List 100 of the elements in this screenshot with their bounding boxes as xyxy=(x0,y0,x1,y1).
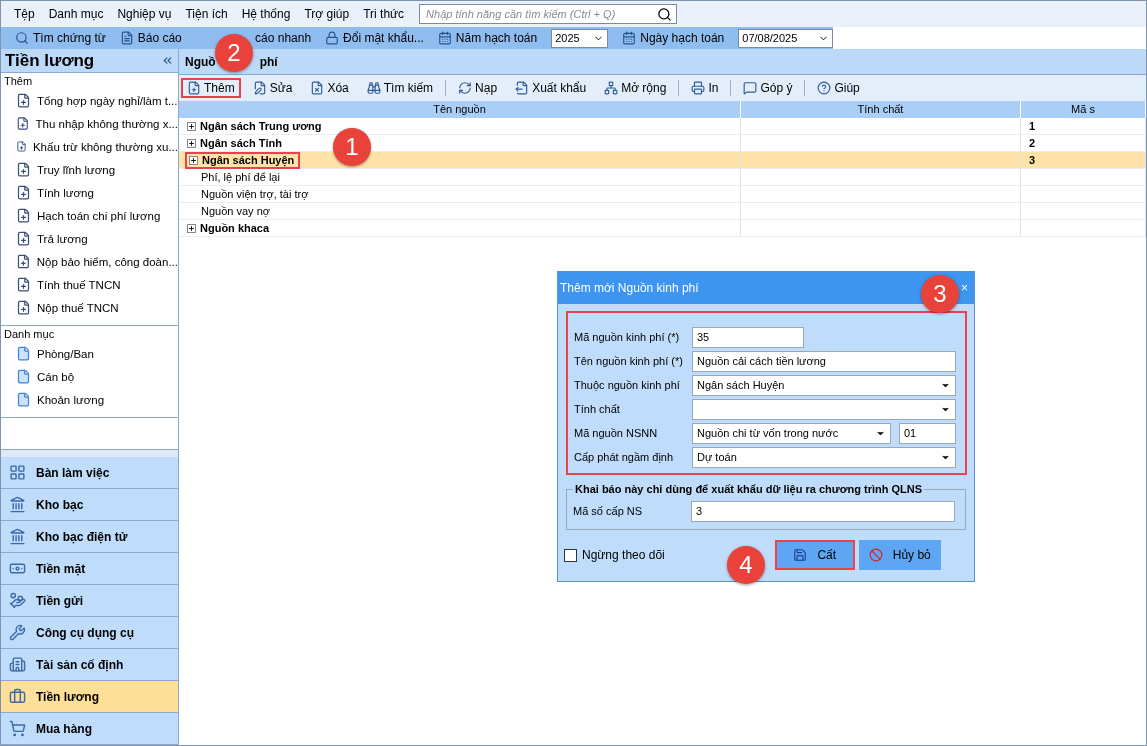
sidebar-link[interactable]: Nộp bảo hiểm, công đoàn... xyxy=(1,250,178,273)
field-label: Mã nguồn kinh phí (*) xyxy=(574,331,681,343)
toolbar-button[interactable]: Góp ý xyxy=(737,78,799,98)
expand-icon[interactable] xyxy=(187,223,196,233)
dropdown-field[interactable]: Nguồn chi từ vốn trong nước xyxy=(692,422,891,444)
document-icon xyxy=(16,369,31,384)
nav-item[interactable]: Mua hàng xyxy=(1,713,178,745)
nav-item[interactable]: Tiền lương xyxy=(1,681,178,713)
delete-file-icon xyxy=(310,81,325,95)
toolbar-label: Năm hạch toán xyxy=(437,31,538,45)
sidebar-link[interactable]: Hạch toán chi phí lương xyxy=(1,204,178,227)
menu-item[interactable]: Nghiệp vụ xyxy=(110,7,179,21)
table-row-background[interactable]: Nguồn viện trợ, tài trợ xyxy=(179,186,741,203)
sidebar-link[interactable]: Khấu trừ không thường xu... xyxy=(1,135,178,158)
toolbar-button[interactable]: cáo nhanh xyxy=(255,31,312,45)
menu-item[interactable]: Hệ thống xyxy=(234,7,298,21)
expand-icon[interactable] xyxy=(187,138,196,148)
dropdown-field[interactable] xyxy=(692,398,956,420)
sidebar-link[interactable]: Tính thuế TNCN xyxy=(1,273,178,296)
new-file-icon xyxy=(16,139,27,154)
input-field[interactable]: 35 xyxy=(692,326,804,348)
dropdown-field[interactable]: Dự toán xyxy=(692,446,956,468)
new-file-icon xyxy=(16,162,31,177)
sidebar-link[interactable]: Tổng hợp ngày nghỉ/làm t... xyxy=(1,89,178,112)
field-label: Cấp phát ngầm định xyxy=(574,451,675,463)
lock-icon xyxy=(325,31,340,45)
checkbox-label: Ngừng theo dõi xyxy=(582,548,665,562)
input-field[interactable]: 3 xyxy=(691,500,955,522)
field-label: Tính chất xyxy=(574,403,621,415)
toolbar-button[interactable]: Đổi mật khẩu... xyxy=(325,31,424,45)
column-header[interactable]: Tên nguồn xyxy=(179,101,741,118)
code-field[interactable]: 01 xyxy=(899,422,956,444)
section-heading: Thêm xyxy=(3,74,34,89)
table-cell: Ngân sách Tỉnh xyxy=(200,137,282,149)
table-cell: Nguồn vay nợ xyxy=(201,205,270,217)
table-row-background[interactable]: Phí, lệ phí để lại xyxy=(179,169,741,186)
table-cell: Ngân sách Huyện xyxy=(202,154,295,166)
table-row-background[interactable]: Nguồn vay nợ xyxy=(179,203,741,220)
menu-item[interactable]: Trợ giúp xyxy=(297,7,357,21)
expand-icon[interactable] xyxy=(187,121,196,131)
toolbar-button[interactable]: Nạp xyxy=(452,78,504,98)
sidebar-link[interactable]: Nộp thuế TNCN xyxy=(1,296,178,319)
toolbar-button[interactable]: Tìm kiếm xyxy=(360,78,440,98)
table-cell: Nguồn viện trợ, tài trợ xyxy=(201,188,309,200)
toolbar-button[interactable]: Báo cáo xyxy=(119,31,182,45)
table-row-background[interactable]: Ngân sách Trung ương xyxy=(179,118,741,135)
menu-item[interactable]: Tệp xyxy=(7,7,42,21)
sidebar-link[interactable]: Phòng/Ban xyxy=(1,342,178,365)
menu-item[interactable]: Tri thức xyxy=(356,7,412,21)
menu-item[interactable]: Danh mục xyxy=(41,7,111,21)
sidebar-link[interactable]: Thu nhập không thường x... xyxy=(1,112,178,135)
sidebar-link[interactable]: Tính lương xyxy=(1,181,178,204)
new-file-icon xyxy=(16,185,31,200)
toolbar-button[interactable]: Mở rộng xyxy=(598,78,673,98)
printer-icon xyxy=(691,81,706,95)
column-header[interactable]: Mã s xyxy=(1021,101,1146,118)
new-file-icon xyxy=(16,93,31,108)
field-label: Tên nguồn kinh phí (*) xyxy=(574,355,684,367)
search-field[interactable]: Nhập tính năng cần tìm kiếm (Ctrl + Q) xyxy=(419,4,678,24)
dropdown-field[interactable]: Ngân sách Huyện xyxy=(692,374,956,396)
dropdown-field[interactable]: 07/08/2025 xyxy=(738,28,833,48)
table-row-background[interactable]: Nguồn khaca xyxy=(179,220,741,237)
toolbar-button[interactable]: Giúp xyxy=(811,78,866,98)
toolbar-button[interactable]: In xyxy=(685,78,725,98)
nav-item[interactable]: Công cụ dụng cụ xyxy=(1,617,178,649)
save-button[interactable]: Cất xyxy=(774,540,855,570)
nav-item[interactable]: Bàn làm việc xyxy=(1,457,178,489)
checkbox[interactable] xyxy=(564,548,577,562)
menu-item[interactable]: Tiện ích xyxy=(178,7,235,21)
toolbar-button[interactable]: Tìm chứng từ xyxy=(15,31,106,45)
nav-item[interactable]: Kho bạc xyxy=(1,489,178,521)
sidebar-link[interactable]: Truy lĩnh lương xyxy=(1,158,178,181)
nav-item[interactable]: Tài sản cố định xyxy=(1,649,178,681)
table-cell: Phí, lệ phí để lại xyxy=(201,171,280,183)
input-field[interactable]: Nguồn cải cách tiền lương xyxy=(692,350,956,372)
toolbar-button[interactable]: Thêm xyxy=(181,78,241,98)
new-file-icon xyxy=(16,208,31,223)
sidebar-link[interactable]: Cán bộ xyxy=(1,365,178,388)
splitter-handle[interactable] xyxy=(1,449,178,457)
sidebar-link[interactable]: Khoản lương xyxy=(1,388,178,411)
toolbar-button[interactable]: Sửa xyxy=(246,78,299,98)
floppy-icon xyxy=(793,548,808,562)
toolbar-button[interactable]: Xóa xyxy=(304,78,355,98)
dropdown-field[interactable]: 2025 xyxy=(551,28,609,48)
collapse-icon[interactable] xyxy=(161,54,174,67)
cancel-button[interactable]: Hủy bỏ xyxy=(858,540,941,570)
sidebar-link[interactable]: Trả lương xyxy=(1,227,178,250)
expand-icon[interactable] xyxy=(189,155,198,165)
nav-item[interactable]: Tiền mặt xyxy=(1,553,178,585)
new-file-icon xyxy=(16,254,31,269)
panel-title: phí xyxy=(259,55,278,69)
nav-item[interactable]: Kho bạc điện tử xyxy=(1,521,178,553)
sidebar-title: Tiền lương xyxy=(5,50,95,71)
new-file-icon xyxy=(16,231,31,246)
field-label: Thuộc nguồn kinh phí xyxy=(574,379,681,391)
toolbar-button[interactable]: Xuất khẩu xyxy=(509,78,593,98)
new-file-icon xyxy=(187,81,201,95)
column-header[interactable]: Tính chất xyxy=(741,101,1021,118)
nav-item[interactable]: Tiền gửi xyxy=(1,585,178,617)
section-heading: Danh mục xyxy=(3,327,56,342)
